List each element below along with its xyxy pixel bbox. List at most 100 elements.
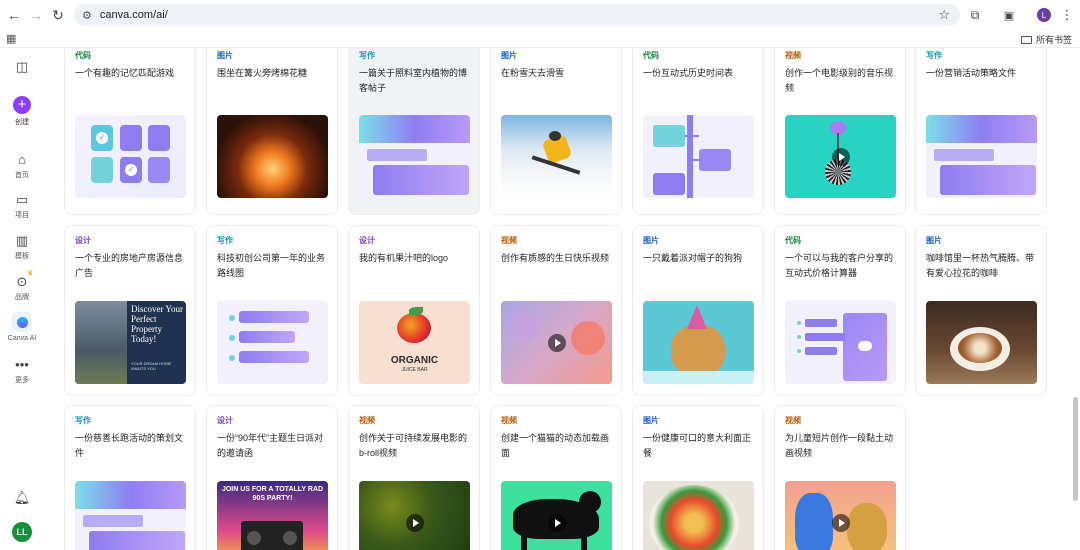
card-title: 咖啡馆里一杯热气腾腾、带有爱心拉花的咖啡 [926,253,1035,278]
sidebar-label-more: 更多 [15,377,29,384]
suggestion-card[interactable]: 图片 一只戴着派对帽子的狗狗 [632,225,764,396]
suggestion-card[interactable]: 写作 一篇关于照料室内植物的博客帖子 [348,48,480,215]
card-category: 代码 [785,236,801,245]
card-thumbnail [785,481,896,550]
card-thumbnail [643,301,754,384]
card-category: 设计 [359,236,375,245]
card-title: 为儿童短片创作一段黏土动画视频 [785,433,894,458]
extensions-icon[interactable]: ⧉ [963,3,987,27]
card-thumbnail [643,481,754,550]
sidebar-item-templates[interactable]: ▥ 模板 [0,234,44,261]
brand-icon: ⊙ [16,274,28,289]
card-title: 一份慈善长跑活动的策划文件 [75,433,184,458]
sidebar-label-create: 创建 [15,119,29,126]
suggestion-card[interactable]: 代码 一个可以与我的客户分享的互动式价格计算器 [774,225,906,396]
thumb-headline: Discover Your Perfect Property Today! [131,304,184,344]
card-category: 代码 [75,51,91,60]
card-title: 一个可以与我的客户分享的互动式价格计算器 [785,253,894,278]
sidebar-label-templates: 模板 [15,253,29,260]
thumb-headline: ORGANIC [390,355,439,366]
card-category: 设计 [75,236,91,245]
card-title: 一只戴着派对帽子的狗狗 [643,253,743,263]
sidebar-label-brand: 品牌 [15,294,29,301]
scrollbar-thumb[interactable] [1073,397,1078,501]
card-category: 视频 [501,416,517,425]
page-scrollbar[interactable] [1071,48,1080,550]
card-thumbnail: JOIN US FOR A TOTALLY RAD 90S PARTY! [217,481,328,550]
suggestion-card[interactable]: 图片 在粉雪天去滑雪 [490,48,622,215]
sidebar-item-more[interactable]: ••• 更多 [0,358,44,385]
card-title: 一个有趣的记忆匹配游戏 [75,68,175,78]
card-thumbnail [359,115,470,198]
tab-search-icon[interactable]: ▣ [997,3,1021,27]
card-category: 图片 [501,51,517,60]
suggestion-card[interactable]: 视频 创作有质感的生日快乐视频 [490,225,622,396]
sidebar-label-projects: 项目 [15,212,29,219]
card-category: 视频 [359,416,375,425]
card-title: 一份“90年代”主题生日派对的邀请函 [217,433,324,458]
card-thumbnail [643,115,754,198]
card-thumbnail [75,481,186,550]
sidebar-label-home: 首页 [15,172,29,179]
home-icon: ⌂ [18,152,26,167]
all-bookmarks-folder[interactable]: 所有书签 [1020,33,1072,46]
reload-icon[interactable]: ↻ [46,3,70,27]
card-category: 视频 [785,51,801,60]
all-bookmarks-label: 所有书签 [1035,35,1072,45]
thumb-subtext: JUICE BAR [401,367,428,373]
sidebar-item-create[interactable]: + 创建 [0,96,44,127]
avatar: LL [12,522,32,542]
suggestion-card[interactable]: 视频 创建一个猫猫的动态加载画面 [490,405,622,550]
user-account-button[interactable]: LL [0,522,44,542]
bookmark-star-icon[interactable]: ☆ [938,7,950,23]
sidebar-item-brand[interactable]: ♛ ⊙ 品牌 [0,270,44,302]
suggestion-card[interactable]: 代码 一份互动式历史时间表 [632,48,764,215]
card-category: 写作 [217,236,233,245]
address-bar[interactable]: ⚙ canva.com/ai/ ☆ [74,4,960,26]
suggestion-card[interactable]: 视频 创作关于可持续发展电影的b-roll视频 [348,405,480,550]
sidebar-item-canva-ai[interactable]: Canva AI [0,312,44,342]
card-thumbnail: Discover Your Perfect Property Today! YO… [75,301,186,384]
card-title: 创作关于可持续发展电影的b-roll视频 [359,433,468,458]
suggestion-card[interactable]: 写作 科技初创公司第一年的业务路线图 [206,225,338,396]
sidebar-label-canva-ai: Canva AI [7,335,37,342]
apps-grid-icon[interactable]: ▦ [6,32,16,45]
suggestion-card[interactable]: 图片 咖啡馆里一杯热气腾腾、带有爱心拉花的咖啡 [915,225,1047,396]
card-title: 一份互动式历史时间表 [643,68,734,78]
card-title: 在粉雪天去滑雪 [501,68,565,78]
sidebar-item-home[interactable]: ⌂ 首页 [0,153,44,180]
card-title: 一篇关于照料室内植物的博客帖子 [359,68,468,93]
browser-menu-icon[interactable]: ⋮ [1055,3,1079,27]
suggestion-card[interactable]: 写作 一份营销活动策略文件 [915,48,1047,215]
suggestion-card[interactable]: 设计 我的有机果汁吧的logo ORGANIC JUICE BAR [348,225,480,396]
notifications-button[interactable]: 🔔︎ [0,491,44,505]
card-thumbnail [785,115,896,198]
suggestion-card[interactable]: 代码 一个有趣的记忆匹配游戏 ✓ ✓ [64,48,196,215]
templates-icon: ▥ [15,233,29,248]
plus-icon: + [13,96,31,114]
card-category: 写作 [75,416,91,425]
suggestion-card[interactable]: 视频 为儿童短片创作一段黏土动画视频 [774,405,906,550]
suggestion-card[interactable]: 写作 一份慈善长跑活动的策划文件 [64,405,196,550]
canva-ai-icon [12,312,32,332]
card-category: 代码 [643,51,659,60]
forward-icon[interactable]: → [24,3,48,27]
thumb-subtext: YOUR DREAM HOME AWAITS YOU [131,361,172,371]
suggestion-card[interactable]: 图片 一份健康可口的意大利面正餐 [632,405,764,550]
site-info-icon[interactable]: ⚙ [82,9,92,22]
suggestion-card[interactable]: 视频 创作一个电影级别的音乐视频 [774,48,906,215]
back-icon[interactable]: ← [2,3,26,27]
card-title: 科技初创公司第一年的业务路线图 [217,253,326,278]
card-title: 创作一个电影级别的音乐视频 [785,68,894,93]
sidebar-toggle[interactable]: ◫ [0,60,44,74]
card-title: 一份健康可口的意大利面正餐 [643,433,752,458]
card-thumbnail [359,481,470,550]
suggestion-card[interactable]: 设计 一份“90年代”主题生日派对的邀请函 JOIN US FOR A TOTA… [206,405,338,550]
suggestion-card[interactable]: 图片 围坐在篝火旁烤棉花糖 [206,48,338,215]
suggestion-card[interactable]: 设计 一个专业的房地产房源信息广告 Discover Your Perfect … [64,225,196,396]
card-thumbnail [926,115,1037,198]
card-thumbnail: ORGANIC JUICE BAR [359,301,470,384]
sidebar-item-projects[interactable]: ▭ 项目 [0,193,44,220]
profile-avatar[interactable]: L [1032,3,1056,27]
card-category: 图片 [643,236,659,245]
